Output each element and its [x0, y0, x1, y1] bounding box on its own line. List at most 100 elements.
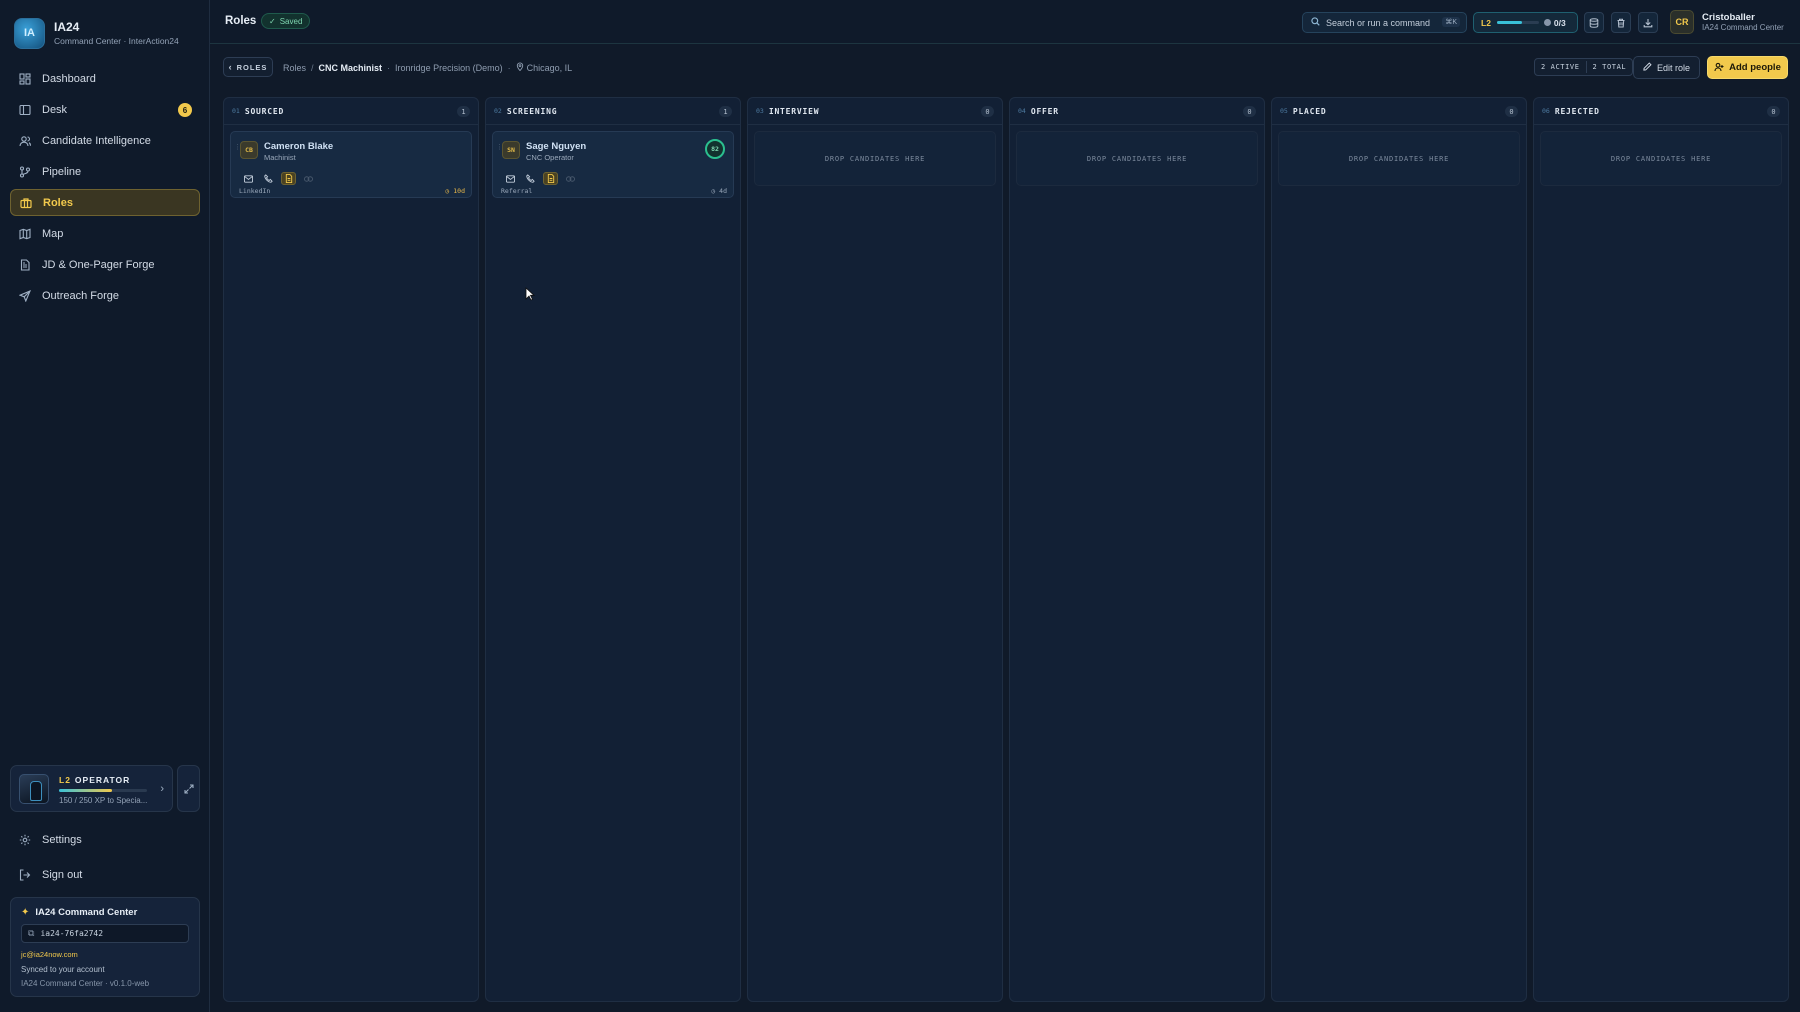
candidate-title: Machinist	[264, 153, 296, 162]
brand-logo: IA	[14, 17, 45, 49]
breadcrumb-company: Ironridge Precision (Demo)	[395, 62, 503, 73]
column-header: 06 REJECTED 0	[1534, 98, 1788, 125]
command-search[interactable]: Search or run a command ⌘K	[1302, 12, 1467, 33]
nav-item-outreach-forge[interactable]: Outreach Forge	[10, 282, 200, 309]
column-offer[interactable]: 04 OFFER 0 DROP CANDIDATES HERE	[1009, 97, 1265, 1002]
candidate-name[interactable]: Cameron Blake	[264, 141, 333, 152]
operator-level-card[interactable]: L2 OPERATOR 150 / 250 XP to Specia... ›	[10, 765, 173, 812]
user-name[interactable]: Cristoballer	[1702, 12, 1755, 23]
candidate-card[interactable]: ⋮ CB Cameron Blake Machinist LinkedIn ◷ …	[230, 131, 472, 198]
map-icon	[18, 227, 32, 241]
brand[interactable]: IA IA24 Command Center · InterAction24	[14, 17, 204, 49]
edit-role-button[interactable]: Edit role	[1633, 56, 1700, 79]
command-center-title: ✦ IA24 Command Center	[21, 907, 137, 918]
add-user-icon	[1714, 62, 1724, 74]
mail-icon[interactable]	[241, 172, 256, 185]
resume-icon[interactable]	[281, 172, 296, 185]
sign-out-label: Sign out	[42, 868, 83, 881]
level-progress-widget[interactable]: L2 0/3	[1473, 12, 1578, 33]
column-title: PLACED	[1292, 106, 1327, 116]
candidate-avatar: SN	[502, 141, 520, 159]
operator-xp-bar	[59, 789, 147, 792]
nav-item-map[interactable]: Map	[10, 220, 200, 247]
resume-icon[interactable]	[543, 172, 558, 185]
breadcrumb-roles-link[interactable]: Roles	[283, 63, 306, 73]
desk-icon	[18, 103, 32, 117]
candidate-actions	[241, 172, 321, 185]
operator-level: L2	[59, 775, 71, 785]
nav-label: Candidate Intelligence	[42, 134, 151, 147]
dashboard-icon	[18, 72, 32, 86]
active-count: 2 ACTIVE	[1541, 63, 1580, 71]
column-screening[interactable]: 02 SCREENING 1 ⋮ SN Sage Nguyen CNC Oper…	[485, 97, 741, 1002]
add-people-button[interactable]: Add people	[1707, 56, 1788, 79]
drop-zone[interactable]: DROP CANDIDATES HERE	[1540, 131, 1782, 186]
candidate-card[interactable]: ⋮ SN Sage Nguyen CNC Operator 82 Referra…	[492, 131, 734, 198]
location-pin-icon	[516, 62, 524, 73]
nav-item-settings[interactable]: Settings	[10, 826, 200, 853]
column-number: 05	[1280, 107, 1288, 115]
back-to-roles-button[interactable]: ‹ ROLES	[223, 57, 273, 77]
expand-button[interactable]	[177, 765, 200, 812]
breadcrumb-dot: ·	[387, 62, 391, 73]
link-icon[interactable]	[563, 172, 578, 185]
phone-icon[interactable]	[261, 172, 276, 185]
nav-item-sign-out[interactable]: Sign out	[10, 861, 200, 888]
trash-button[interactable]	[1611, 12, 1631, 33]
gear-icon	[18, 833, 32, 847]
column-interview[interactable]: 03 INTERVIEW 0 DROP CANDIDATES HERE	[747, 97, 1003, 1002]
level-progress-bar	[1496, 21, 1539, 24]
column-header: 03 INTERVIEW 0	[748, 98, 1002, 125]
candidate-stats-badge: 2 ACTIVE 2 TOTAL	[1534, 58, 1634, 76]
candidate-avatar: CB	[240, 141, 258, 159]
chevron-left-icon: ‹	[228, 62, 233, 72]
send-icon	[18, 289, 32, 303]
nav-item-candidate-intelligence[interactable]: Candidate Intelligence	[10, 127, 200, 154]
nav-item-roles[interactable]: Roles	[10, 189, 200, 216]
download-button[interactable]	[1638, 12, 1658, 33]
mouse-cursor-icon	[525, 287, 535, 301]
nav-item-jd-forge[interactable]: JD & One-Pager Forge	[10, 251, 200, 278]
candidate-actions	[503, 172, 583, 185]
candidate-title: CNC Operator	[526, 153, 574, 162]
drop-zone[interactable]: DROP CANDIDATES HERE	[1278, 131, 1520, 186]
sync-status: Synced to your account	[21, 965, 105, 974]
mail-icon[interactable]	[503, 172, 518, 185]
drop-zone[interactable]: DROP CANDIDATES HERE	[754, 131, 996, 186]
column-header: 05 PLACED 0	[1272, 98, 1526, 125]
match-score-badge: 82	[705, 139, 725, 159]
column-title: OFFER	[1030, 106, 1059, 116]
user-avatar[interactable]: CR	[1670, 10, 1694, 34]
operator-xp-fill	[59, 789, 112, 792]
search-icon	[1311, 17, 1320, 28]
desk-count-badge: 6	[178, 103, 192, 117]
candidate-age: ◷ 10d	[445, 187, 465, 195]
command-center-code[interactable]: ⧉ ia24-76fa2742	[21, 924, 189, 943]
database-button[interactable]	[1584, 12, 1604, 33]
column-rejected[interactable]: 06 REJECTED 0 DROP CANDIDATES HERE	[1533, 97, 1789, 1002]
nav-item-dashboard[interactable]: Dashboard	[10, 65, 200, 92]
command-center-title-text: IA24 Command Center	[35, 907, 138, 918]
candidate-age-value: 10d	[453, 187, 465, 195]
breadcrumb-dot: ·	[507, 62, 511, 73]
nav-item-desk[interactable]: Desk 6	[10, 96, 200, 123]
column-count: 0	[1767, 106, 1780, 117]
saved-label: Saved	[279, 16, 303, 26]
clock-icon: ◷	[445, 187, 450, 195]
candidate-age: ◷ 4d	[711, 187, 727, 195]
operator-avatar	[19, 774, 49, 804]
account-email[interactable]: jc@ia24now.com	[21, 950, 78, 959]
breadcrumb-location: Chicago, IL	[526, 62, 573, 73]
link-icon[interactable]	[301, 172, 316, 185]
expand-icon	[183, 783, 194, 794]
phone-icon[interactable]	[523, 172, 538, 185]
drop-zone[interactable]: DROP CANDIDATES HERE	[1016, 131, 1258, 186]
candidate-name[interactable]: Sage Nguyen	[526, 141, 586, 152]
database-icon	[1589, 17, 1599, 28]
nav-label: Roles	[43, 196, 73, 209]
column-sourced[interactable]: 01 SOURCED 1 ⋮ CB Cameron Blake Machinis…	[223, 97, 479, 1002]
column-placed[interactable]: 05 PLACED 0 DROP CANDIDATES HERE	[1271, 97, 1527, 1002]
nav-item-pipeline[interactable]: Pipeline	[10, 158, 200, 185]
command-center-card: ✦ IA24 Command Center ⧉ ia24-76fa2742 jc…	[10, 897, 200, 997]
command-center-code-text: ia24-76fa2742	[40, 929, 104, 938]
